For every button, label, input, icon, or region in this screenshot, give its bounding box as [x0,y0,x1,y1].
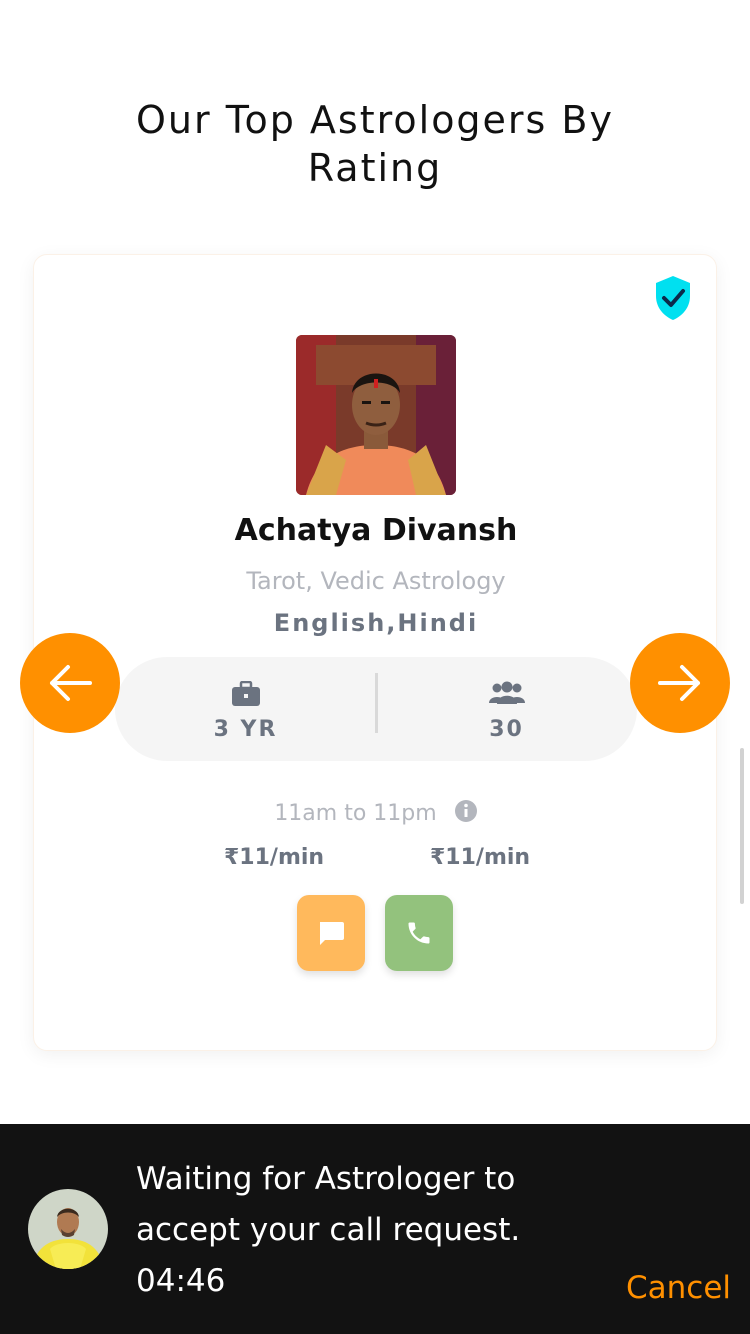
call-price: ₹11/min [430,845,531,870]
users-icon [488,681,525,704]
previous-button[interactable] [20,633,120,733]
followers-stat: 30 [376,657,637,761]
experience-stat: 3 YR [115,657,376,761]
countdown-timer: 04:46 [136,1263,226,1299]
phone-icon [408,922,430,944]
chat-icon [320,922,344,945]
next-button[interactable] [630,633,730,733]
cancel-button[interactable]: Cancel [626,1270,731,1306]
followers-value: 30 [489,717,524,742]
section-title: Our Top Astrologers By Rating [0,96,750,192]
verified-shield-icon [656,276,690,320]
section-title-line1: Our Top Astrologers By [136,98,614,142]
waiting-message: Waiting for Astrologer to accept your ca… [136,1161,521,1248]
astrologer-name: Achatya Divansh [234,513,518,548]
chat-price: ₹11/min [224,845,325,870]
call-button[interactable] [385,895,453,971]
section-title-line2: Rating [307,146,443,190]
astrologer-photo[interactable] [296,335,456,495]
availability: 11am to 11pm [34,799,718,826]
astrologer-card[interactable]: Achatya Divansh Tarot, Vedic Astrology E… [33,254,717,1051]
arrow-left-icon [50,665,92,701]
stats-pill: 3 YR 30 [115,657,637,761]
availability-hours: 11am to 11pm [274,801,437,826]
arrow-right-icon [658,665,700,701]
experience-value: 3 YR [213,717,278,742]
briefcase-icon [231,681,260,706]
astrologer-languages: English,Hindi [273,609,479,637]
page: Our Top Astrologers By Rating Achatya Di… [0,0,750,1334]
info-icon[interactable] [454,799,478,823]
chat-button[interactable] [297,895,365,971]
scrollbar[interactable] [740,748,744,904]
astrologer-skills: Tarot, Vedic Astrology [246,567,506,595]
astrologer-avatar [28,1189,108,1269]
call-request-banner: Waiting for Astrologer to accept your ca… [0,1124,750,1334]
